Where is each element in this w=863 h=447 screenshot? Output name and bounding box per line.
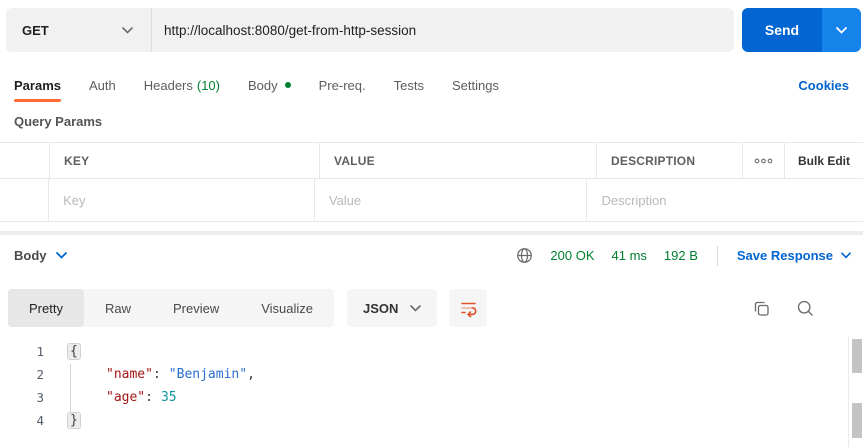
headers-count-badge: (10) xyxy=(197,78,220,93)
scrollbar-track xyxy=(848,336,849,447)
postman-request-view: GET Send Params Auth Headers xyxy=(0,0,863,447)
response-time: 41 ms xyxy=(612,248,647,263)
url-bar: GET Send xyxy=(0,0,863,52)
chevron-down-icon xyxy=(836,27,847,34)
chevron-down-icon xyxy=(841,252,851,259)
format-select[interactable]: JSON xyxy=(347,289,437,327)
line-number: 1 xyxy=(0,340,44,363)
save-response-button[interactable]: Save Response xyxy=(737,248,851,263)
active-tab-underline xyxy=(14,99,61,102)
column-header-value: VALUE xyxy=(334,154,375,168)
json-key: "age" xyxy=(106,390,145,405)
view-tab-visualize[interactable]: Visualize xyxy=(240,289,334,327)
json-number-value: 35 xyxy=(161,390,177,405)
param-value-input[interactable] xyxy=(329,193,573,208)
json-colon: : xyxy=(153,367,161,382)
request-tabs: Params Auth Headers (10) Body Pre-req. T… xyxy=(0,73,863,97)
more-options-button[interactable] xyxy=(743,143,785,178)
chevron-down-icon xyxy=(56,252,67,259)
code-line: 3 "age":35 xyxy=(0,386,863,409)
json-key: "name" xyxy=(106,367,153,382)
divider xyxy=(717,246,718,266)
select-all-column xyxy=(0,143,50,178)
tab-label: Body xyxy=(248,78,278,93)
response-meta: 200 OK 41 ms 192 B Save Response xyxy=(516,246,851,266)
view-tab-pretty[interactable]: Pretty xyxy=(8,289,84,327)
param-key-input[interactable] xyxy=(63,193,300,208)
row-select-column xyxy=(0,179,49,221)
bulk-edit-button[interactable]: Bulk Edit xyxy=(785,143,863,178)
param-description-input[interactable] xyxy=(601,193,849,208)
url-container: GET xyxy=(6,8,734,52)
json-string-value: "Benjamin" xyxy=(169,367,247,382)
scrollbar-thumb[interactable] xyxy=(852,403,862,438)
query-params-header-row: KEY VALUE DESCRIPTION Bulk Edit xyxy=(0,142,863,179)
tab-label: Auth xyxy=(89,78,116,93)
tab-headers[interactable]: Headers (10) xyxy=(144,78,220,93)
send-split-button: Send xyxy=(742,8,861,52)
search-icon xyxy=(796,299,815,318)
code-line: 1 { xyxy=(0,340,863,363)
tab-label: Params xyxy=(14,78,61,93)
more-options-icon xyxy=(754,158,773,164)
json-colon: : xyxy=(145,390,153,405)
scrollbar-thumb[interactable] xyxy=(852,339,862,373)
query-params-title: Query Params xyxy=(0,114,863,129)
code-line: 2 "name": "Benjamin", xyxy=(0,363,863,386)
column-header-key: KEY xyxy=(64,154,89,168)
response-size: 192 B xyxy=(664,248,698,263)
close-brace: } xyxy=(68,413,80,428)
query-param-row xyxy=(0,179,863,222)
tab-label: Headers xyxy=(144,78,193,93)
line-number: 2 xyxy=(0,363,44,386)
open-brace: { xyxy=(68,344,80,359)
response-body-editor[interactable]: 1 { 2 "name": "Benjamin", 3 "age":35 4 } xyxy=(0,336,863,447)
status-badge: 200 OK xyxy=(550,248,594,263)
view-tab-raw[interactable]: Raw xyxy=(84,289,152,327)
tab-params[interactable]: Params xyxy=(14,78,61,93)
tab-pre-req[interactable]: Pre-req. xyxy=(319,78,366,93)
tab-label: Pre-req. xyxy=(319,78,366,93)
send-button[interactable]: Send xyxy=(742,8,822,52)
response-body-label: Body xyxy=(14,248,47,263)
copy-icon xyxy=(752,299,771,318)
response-body-select[interactable]: Body xyxy=(14,248,67,263)
tab-label: Settings xyxy=(452,78,499,93)
response-header: Body 200 OK 41 ms 192 B Save Response xyxy=(0,235,863,276)
code-line: 4 } xyxy=(0,409,863,432)
search-response-button[interactable] xyxy=(796,299,815,318)
response-actions xyxy=(752,299,851,318)
json-comma: , xyxy=(247,367,255,382)
chevron-down-icon xyxy=(122,27,133,34)
tab-auth[interactable]: Auth xyxy=(89,78,116,93)
wrap-text-icon xyxy=(459,299,478,318)
method-select[interactable]: GET xyxy=(6,8,152,52)
tab-tests[interactable]: Tests xyxy=(394,78,424,93)
response-view-switcher: Pretty Raw Preview Visualize xyxy=(8,289,334,327)
copy-response-button[interactable] xyxy=(752,299,771,318)
line-number: 3 xyxy=(0,386,44,409)
send-options-button[interactable] xyxy=(822,8,861,52)
network-globe-icon[interactable] xyxy=(516,247,533,264)
response-toolbar: Pretty Raw Preview Visualize JSON xyxy=(0,289,863,327)
tab-body[interactable]: Body xyxy=(248,78,291,93)
line-number: 4 xyxy=(0,409,44,432)
indent-guide xyxy=(70,364,71,413)
method-label: GET xyxy=(22,23,49,38)
save-response-label: Save Response xyxy=(737,248,833,263)
format-label: JSON xyxy=(363,301,398,316)
url-input[interactable] xyxy=(152,8,734,52)
view-tab-preview[interactable]: Preview xyxy=(152,289,240,327)
cookies-link[interactable]: Cookies xyxy=(798,78,849,93)
column-header-description: DESCRIPTION xyxy=(611,154,695,168)
query-params-table: KEY VALUE DESCRIPTION Bulk Edit xyxy=(0,142,863,222)
tab-label: Tests xyxy=(394,78,424,93)
chevron-down-icon xyxy=(410,305,421,312)
wrap-text-button[interactable] xyxy=(449,289,487,327)
body-modified-dot xyxy=(285,82,291,88)
tab-settings[interactable]: Settings xyxy=(452,78,499,93)
